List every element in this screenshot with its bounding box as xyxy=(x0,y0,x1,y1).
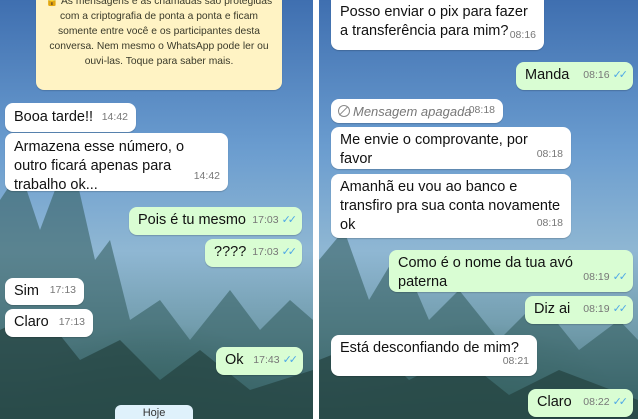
message-time: 08:21 xyxy=(502,355,529,367)
message-bubble[interactable]: Ok 17:43 ✓✓ xyxy=(216,347,303,375)
message-bubble[interactable]: Manda 08:16 ✓✓ xyxy=(516,62,633,90)
message-bubble[interactable]: Claro 17:13 xyxy=(5,309,93,337)
deleted-message-bubble[interactable]: Mensagem apagada 08:18 xyxy=(331,99,503,123)
message-bubble[interactable]: Claro 08:22 ✓✓ xyxy=(528,389,633,417)
message-time: 08:22 xyxy=(583,396,610,408)
message-time: 17:03 xyxy=(252,246,279,258)
message-time: 08:16 xyxy=(509,29,536,41)
message-meta: 08:19 ✓✓ xyxy=(583,300,629,319)
double-check-icon: ✓✓ xyxy=(612,69,629,81)
message-meta: 08:19 ✓✓ xyxy=(583,268,629,287)
message-time: 08:18 xyxy=(468,104,495,116)
message-text: Pois é tu mesmo xyxy=(138,212,246,228)
message-text: Ok xyxy=(225,352,244,368)
message-text: Sim xyxy=(14,283,39,299)
message-time: 14:42 xyxy=(193,170,220,182)
message-bubble[interactable]: Amanhã eu vou ao banco e transfiro pra s… xyxy=(331,174,571,238)
message-time: 08:18 xyxy=(536,217,563,229)
message-text: Armazena esse número, o outro ficará ape… xyxy=(14,139,185,193)
message-text: Claro xyxy=(537,394,572,410)
message-time: 17:13 xyxy=(58,316,85,328)
message-text: Está desconfiando de mim? xyxy=(340,340,519,356)
message-bubble[interactable]: Está desconfiando de mim? 08:21 xyxy=(331,335,537,376)
message-bubble[interactable]: Me envie o comprovante, por favor 08:18 xyxy=(331,127,571,169)
date-separator: Hoje xyxy=(115,405,193,419)
message-bubble[interactable]: Posso enviar o pix para fazer a transfer… xyxy=(331,0,544,50)
message-bubble[interactable]: Armazena esse número, o outro ficará ape… xyxy=(5,133,228,193)
double-check-icon: ✓✓ xyxy=(281,214,298,226)
double-check-icon: ✓✓ xyxy=(282,354,299,366)
message-meta: 08:16 ✓✓ xyxy=(583,66,629,85)
message-time: 08:16 xyxy=(583,69,610,81)
message-bubble[interactable]: ???? 17:03 ✓✓ xyxy=(205,239,302,267)
message-text: Me envie o comprovante, por favor xyxy=(340,132,528,167)
message-bubble[interactable]: Sim 17:13 xyxy=(5,278,84,305)
message-text: Posso enviar o pix para fazer a transfer… xyxy=(340,4,528,39)
message-text: Mensagem apagada xyxy=(353,104,472,119)
message-time: 08:19 xyxy=(583,271,610,283)
message-time: 08:18 xyxy=(536,148,563,160)
double-check-icon: ✓✓ xyxy=(612,303,629,315)
message-bubble[interactable]: Como é o nome da tua avó paterna 08:19 ✓✓ xyxy=(389,250,633,292)
message-meta: 08:22 ✓✓ xyxy=(583,393,629,412)
double-check-icon: ✓✓ xyxy=(281,246,298,258)
message-meta: 17:43 ✓✓ xyxy=(253,351,299,370)
message-time: 17:13 xyxy=(49,284,76,296)
message-text: ???? xyxy=(214,244,247,260)
message-text: Booa tarde!! xyxy=(14,109,93,125)
message-time: 14:42 xyxy=(101,111,128,123)
message-text: Manda xyxy=(525,67,570,83)
double-check-icon: ✓✓ xyxy=(612,396,629,408)
encryption-notice-text: 🔒 As mensagens e as chamadas são protegi… xyxy=(45,0,273,67)
message-bubble[interactable]: Diz ai 08:19 ✓✓ xyxy=(525,296,633,324)
message-bubble[interactable]: Pois é tu mesmo 17:03 ✓✓ xyxy=(129,207,302,235)
chat-panel-left: 🔒 As mensagens e as chamadas são protegi… xyxy=(0,0,313,419)
message-text: Claro xyxy=(14,314,49,330)
message-time: 17:43 xyxy=(253,354,280,366)
message-bubble[interactable]: Booa tarde!! 14:42 xyxy=(5,103,136,132)
message-meta: 17:03 ✓✓ xyxy=(252,243,298,262)
message-time: 17:03 xyxy=(252,214,279,226)
encryption-notice[interactable]: 🔒 As mensagens e as chamadas são protegi… xyxy=(36,0,282,90)
double-check-icon: ✓✓ xyxy=(612,271,629,283)
deleted-message-icon xyxy=(338,105,350,117)
message-text: Amanhã eu vou ao banco e transfiro pra s… xyxy=(340,179,561,233)
message-meta: 17:03 ✓✓ xyxy=(252,211,298,230)
message-text: Como é o nome da tua avó paterna xyxy=(398,255,573,290)
chat-panel-right: Posso enviar o pix para fazer a transfer… xyxy=(319,0,638,419)
message-text: Diz ai xyxy=(534,301,571,317)
message-time: 08:19 xyxy=(583,303,610,315)
